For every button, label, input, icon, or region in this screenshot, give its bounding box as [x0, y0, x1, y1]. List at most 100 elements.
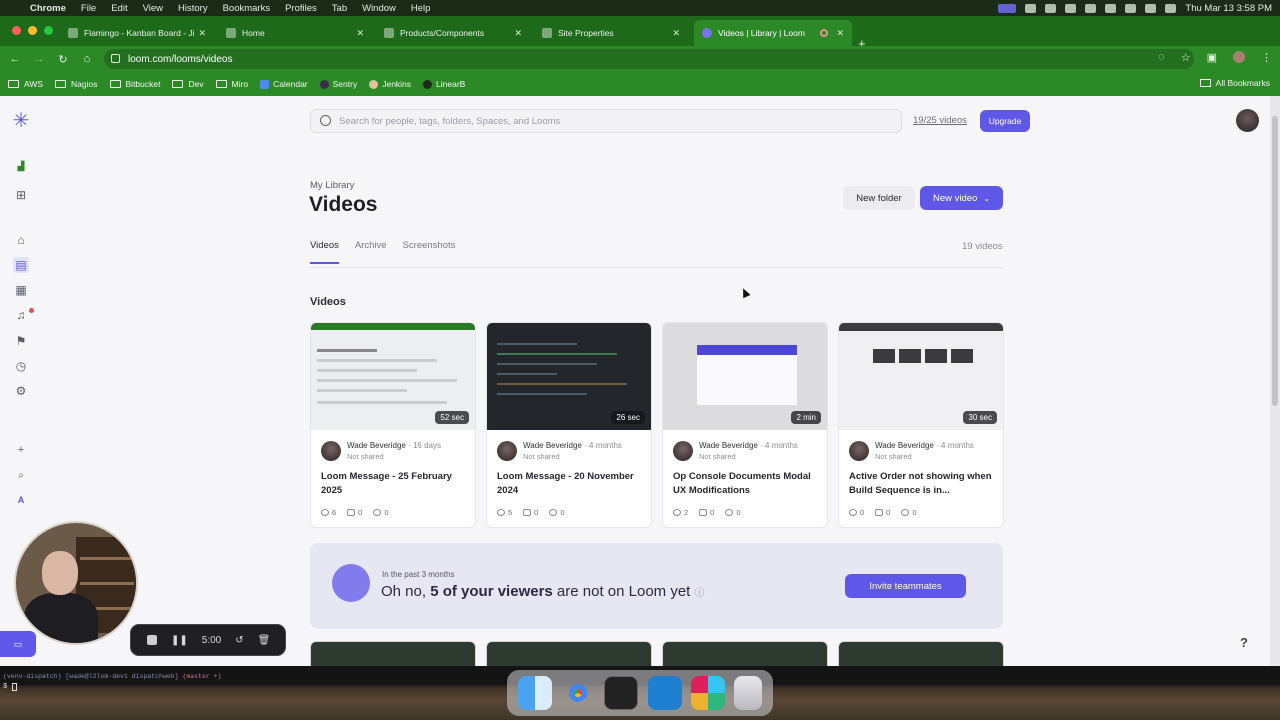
browser-tab-products[interactable]: Products/Components ✕ — [376, 20, 530, 46]
close-tab-icon[interactable]: ✕ — [356, 28, 364, 39]
trash-icon[interactable]: 🗑 — [258, 635, 271, 646]
menubar-clock[interactable]: Thu Mar 13 3:58 PM — [1185, 3, 1272, 14]
screen-record-icon[interactable] — [998, 3, 1017, 13]
library-icon[interactable]: ▤ — [13, 257, 29, 273]
history-clock-icon[interactable]: ◷ — [13, 358, 29, 374]
reload-icon[interactable]: ↻ — [51, 53, 75, 66]
vscode-icon[interactable] — [647, 676, 682, 710]
video-title[interactable]: Loom Message - 25 February 2025 — [321, 470, 469, 498]
share-status[interactable]: Not shared — [699, 452, 736, 461]
bookmark-star-icon[interactable]: ☆ — [1181, 51, 1191, 64]
video-title[interactable]: Op Console Documents Modal UX Modificati… — [673, 470, 821, 498]
battery-icon[interactable] — [1085, 3, 1097, 13]
address-bar[interactable]: loom.com/looms/videos — [104, 49, 1194, 69]
page-scrollbar[interactable] — [1270, 96, 1280, 666]
video-title[interactable]: Loom Message - 20 November 2024 — [497, 470, 645, 498]
bookmark-calendar[interactable]: Calendar — [260, 79, 308, 89]
bookmark-jenkins[interactable]: Jenkins — [369, 79, 411, 89]
bell-icon[interactable]: ♫ — [13, 307, 29, 323]
close-tab-icon[interactable]: ✕ — [672, 28, 680, 39]
video-card-peek[interactable] — [838, 641, 1004, 666]
info-icon[interactable]: ⓘ — [695, 588, 705, 599]
share-status[interactable]: Not shared — [347, 452, 384, 461]
bookmark-nagios[interactable]: Nagios — [55, 79, 98, 89]
close-window-icon[interactable] — [12, 26, 21, 35]
bookmark-miro[interactable]: Miro — [215, 79, 248, 89]
browser-tab-flamingo[interactable]: Flamingo - Kanban Board - Ji ✕ — [60, 20, 214, 46]
terminal-icon[interactable] — [604, 676, 639, 710]
trash-icon[interactable] — [734, 676, 763, 710]
profile-avatar-icon[interactable] — [1233, 51, 1245, 63]
webcam-bubble[interactable] — [14, 521, 138, 645]
forward-arrow-icon[interactable]: → — [27, 53, 51, 65]
menu-help[interactable]: Help — [411, 3, 431, 14]
menu-tab[interactable]: Tab — [332, 3, 347, 14]
bookmark-aws[interactable]: AWS — [8, 79, 43, 89]
video-card[interactable]: 30 sec Wade Beveridge · 4 months Not sha… — [838, 322, 1004, 528]
control-center-icon[interactable] — [1145, 3, 1157, 13]
camera-toggle-icon[interactable]: ▭ — [0, 631, 36, 657]
minimize-window-icon[interactable] — [28, 26, 37, 35]
calendar-icon[interactable]: ▦ — [13, 282, 29, 298]
home-icon[interactable]: ⌂ — [13, 232, 29, 248]
app-tray-icon[interactable] — [1025, 3, 1037, 13]
menu-history[interactable]: History — [178, 3, 208, 14]
video-thumbnail[interactable]: 26 sec — [487, 323, 651, 430]
video-card-peek[interactable] — [486, 641, 652, 666]
slack-icon[interactable] — [690, 676, 725, 710]
sync-icon[interactable] — [1045, 3, 1057, 13]
breadcrumb[interactable]: My Library — [310, 180, 354, 191]
zoom-window-icon[interactable] — [44, 26, 53, 35]
add-plus-icon[interactable]: + — [13, 442, 29, 458]
share-status[interactable]: Not shared — [523, 452, 560, 461]
video-thumbnail[interactable]: 2 min — [663, 323, 827, 430]
tab-screenshots[interactable]: Screenshots — [403, 240, 456, 264]
site-info-icon[interactable] — [111, 54, 120, 63]
terminal-cursor[interactable] — [12, 683, 17, 691]
loom-logo-icon[interactable]: ✳ — [10, 109, 32, 132]
close-tab-icon[interactable]: ✕ — [514, 28, 522, 39]
finder-icon[interactable] — [517, 676, 552, 710]
browser-tab-loom-videos[interactable]: Videos | Library | Loom ✕ — [694, 20, 852, 46]
video-card[interactable]: 26 sec Wade Beveridge · 4 months Not sha… — [486, 322, 652, 528]
restart-icon[interactable]: ↺ — [235, 635, 243, 646]
wifi-icon[interactable] — [1105, 3, 1117, 13]
siri-icon[interactable] — [1165, 3, 1177, 13]
extensions-icon[interactable]: ▣ — [1207, 51, 1217, 64]
tab-videos[interactable]: Videos — [310, 240, 339, 264]
bookmark-linearb[interactable]: LinearB — [423, 79, 465, 89]
bookmark-bitbucket[interactable]: Bitbucket — [109, 79, 160, 89]
stop-recording-icon[interactable] — [147, 635, 157, 645]
settings-gear-icon[interactable]: ⚙ — [13, 383, 29, 399]
share-status[interactable]: Not shared — [875, 452, 912, 461]
video-title[interactable]: Active Order not showing when Build Sequ… — [849, 470, 997, 498]
tab-archive[interactable]: Archive — [355, 240, 387, 264]
video-thumbnail[interactable]: 30 sec — [839, 323, 1003, 430]
menu-app-name[interactable]: Chrome — [30, 3, 66, 14]
workspace-avatar-icon[interactable]: A — [13, 492, 29, 508]
workspace-icon[interactable]: ▟ — [13, 158, 29, 174]
search-icon[interactable] — [1125, 3, 1137, 13]
upgrade-button[interactable]: Upgrade — [980, 110, 1030, 132]
bookmark-icon[interactable]: ⚑ — [13, 333, 29, 349]
menu-view[interactable]: View — [143, 3, 163, 14]
menu-bookmarks[interactable]: Bookmarks — [223, 3, 271, 14]
menu-profiles[interactable]: Profiles — [285, 3, 317, 14]
help-button[interactable]: ? — [1234, 632, 1254, 652]
new-folder-button[interactable]: New folder — [843, 186, 915, 210]
video-card[interactable]: 52 sec Wade Beveridge · 16 days Not shar… — [310, 322, 476, 528]
invite-teammates-button[interactable]: Invite teammates — [845, 574, 966, 598]
gift-icon[interactable]: ⊞ — [13, 187, 29, 203]
eye-off-icon[interactable]: ◌ — [1158, 51, 1165, 64]
video-card-peek[interactable] — [310, 641, 476, 666]
close-tab-icon[interactable]: ✕ — [198, 28, 206, 39]
new-video-button[interactable]: New video ⌄ — [920, 186, 1003, 210]
browser-tab-site-properties[interactable]: Site Properties ✕ — [534, 20, 688, 46]
close-tab-icon[interactable]: ✕ — [836, 28, 844, 39]
search-icon[interactable]: ⌕ — [13, 467, 29, 483]
video-card-peek[interactable] — [662, 641, 828, 666]
browser-tab-home[interactable]: Home ✕ — [218, 20, 372, 46]
scrollbar-thumb[interactable] — [1272, 116, 1278, 406]
menu-file[interactable]: File — [81, 3, 96, 14]
menu-window[interactable]: Window — [362, 3, 396, 14]
